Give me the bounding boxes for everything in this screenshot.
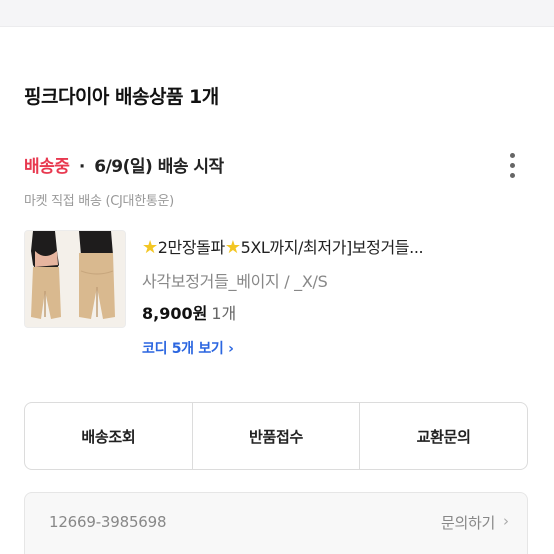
chevron-right-icon: › <box>228 341 234 357</box>
star-icon: ★ <box>142 237 158 258</box>
product-option: 사각보정거들_베이지 / _X/S <box>142 272 328 291</box>
status-separator: · <box>78 157 85 177</box>
section-title: 핑크다이아 배송상품 1개 <box>24 86 219 108</box>
coordi-link-label: 코디 5개 보기 <box>142 341 224 357</box>
shipping-status: 배송중 <box>24 157 70 177</box>
product-thumbnail[interactable] <box>24 230 126 328</box>
shipping-start-date: 6/9(일) 배송 시작 <box>94 157 224 177</box>
exchange-inquiry-button[interactable]: 교환문의 <box>359 403 527 469</box>
product-name[interactable]: ★2만장돌파★5XL까지/최저가]보정거들... <box>142 234 424 258</box>
order-inquiry-box: 12669-3985698 문의하기 › <box>24 492 528 554</box>
order-action-buttons: 배송조회 반품접수 교환문의 <box>24 402 528 470</box>
product-name-part1: 2만장돌파 <box>157 238 225 257</box>
order-number: 12669-3985698 <box>49 513 167 531</box>
shipment-status-row: 배송중 · 6/9(일) 배송 시작 <box>24 152 224 177</box>
top-divider-band <box>0 0 554 27</box>
track-shipment-button[interactable]: 배송조회 <box>25 403 192 469</box>
more-dot <box>509 162 515 168</box>
product-price: 8,900원 <box>142 304 208 323</box>
return-request-button[interactable]: 반품접수 <box>191 403 360 469</box>
star-icon: ★ <box>224 237 241 258</box>
inquiry-link[interactable]: 문의하기 <box>441 512 495 533</box>
more-dot <box>509 152 515 158</box>
coordi-link[interactable]: 코디 5개 보기 › <box>142 338 234 358</box>
chevron-right-icon: › <box>503 512 509 530</box>
product-image-illustration <box>25 231 125 327</box>
shipping-method: 마켓 직접 배송 (CJ대한통운) <box>24 194 174 209</box>
more-dot <box>509 172 515 178</box>
more-options-icon[interactable] <box>500 150 524 180</box>
product-quantity: 1개 <box>211 304 237 323</box>
product-name-part2: 5XL까지/최저가]보정거들... <box>240 238 424 257</box>
price-row: 8,900원 1개 <box>142 300 236 324</box>
